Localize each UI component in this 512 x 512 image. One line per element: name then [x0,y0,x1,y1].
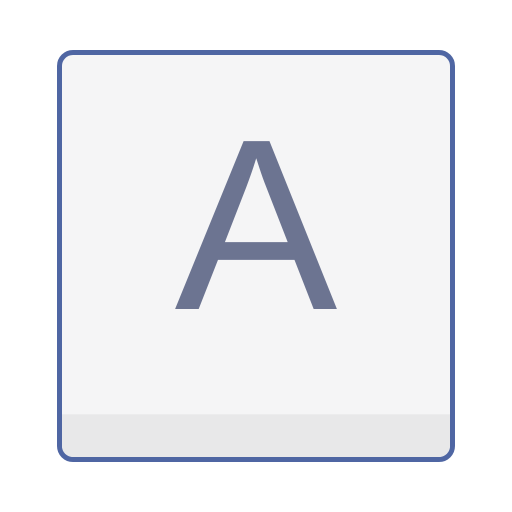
key-legend: A [174,88,338,361]
key-base [62,414,450,457]
keyboard-key-a[interactable]: A [57,50,455,462]
icon-canvas: A [0,0,512,512]
